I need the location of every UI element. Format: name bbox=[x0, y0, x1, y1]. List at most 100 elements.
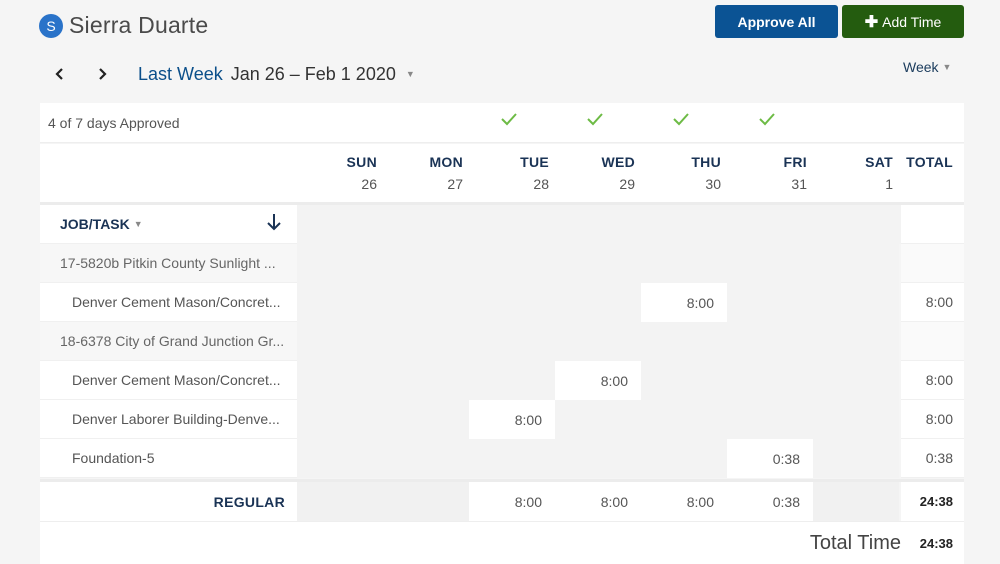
view-label: Week bbox=[903, 59, 939, 75]
hours-cell[interactable]: 8:00 bbox=[641, 283, 727, 322]
approved-check-icon bbox=[671, 109, 695, 133]
hours-cell[interactable] bbox=[297, 283, 383, 322]
job-name[interactable]: 17-5820b Pitkin County Sunlight ... bbox=[40, 244, 297, 283]
row-total: 8:00 bbox=[901, 361, 964, 400]
hours-cell[interactable] bbox=[641, 361, 727, 400]
day-header-tue: TUE 28 bbox=[520, 154, 549, 192]
hours-cell bbox=[813, 244, 899, 283]
hours-cell[interactable] bbox=[727, 283, 813, 322]
plus-icon: ✚ bbox=[864, 13, 879, 31]
period-label[interactable]: Last Week bbox=[138, 64, 223, 85]
hours-cell bbox=[641, 322, 727, 361]
day-header-fri: FRI 31 bbox=[783, 154, 807, 192]
job-row: 17-5820b Pitkin County Sunlight ... bbox=[40, 244, 964, 283]
day-header-mon: MON 27 bbox=[429, 154, 463, 192]
hours-cell[interactable] bbox=[383, 400, 469, 439]
view-select[interactable]: Week ▼ bbox=[903, 59, 951, 75]
hours-cell[interactable] bbox=[813, 283, 899, 322]
hours-cell bbox=[727, 244, 813, 283]
task-name[interactable]: Denver Cement Mason/Concret... bbox=[40, 361, 297, 400]
hours-cell[interactable] bbox=[383, 283, 469, 322]
row-total: 8:00 bbox=[901, 283, 964, 322]
task-name[interactable]: Foundation-5 bbox=[40, 439, 297, 478]
task-row: Denver Cement Mason/Concret... 8:00 8:00 bbox=[40, 361, 964, 400]
caret-down-icon[interactable]: ▼ bbox=[406, 69, 415, 79]
task-row: Denver Cement Mason/Concret... 8:00 8:00 bbox=[40, 283, 964, 322]
hours-cell[interactable] bbox=[727, 361, 813, 400]
total-column-header: TOTAL bbox=[906, 154, 953, 170]
hours-cell[interactable] bbox=[555, 439, 641, 478]
hours-cell[interactable] bbox=[813, 400, 899, 439]
total-time-row: Total Time 24:38 bbox=[40, 521, 964, 564]
regular-hours-cell: 8:00 bbox=[641, 482, 727, 521]
hours-cell[interactable] bbox=[383, 361, 469, 400]
hours-cell[interactable]: 8:00 bbox=[469, 400, 555, 439]
hours-cell[interactable] bbox=[297, 361, 383, 400]
total-header-cell bbox=[901, 205, 964, 244]
hours-cell bbox=[641, 244, 727, 283]
hours-cell[interactable] bbox=[469, 439, 555, 478]
arrow-down-icon[interactable] bbox=[266, 213, 282, 236]
regular-hours-cell bbox=[383, 482, 469, 521]
chevron-left-icon[interactable] bbox=[50, 60, 70, 88]
total-time-label: Total Time bbox=[809, 532, 901, 554]
job-row: 18-6378 City of Grand Junction Gr... bbox=[40, 322, 964, 361]
approval-bar: 4 of 7 days Approved bbox=[40, 103, 964, 143]
column-header-row: JOB/TASK ▼ bbox=[40, 205, 964, 244]
approved-check-icon bbox=[585, 109, 609, 133]
job-task-header: JOB/TASK ▼ bbox=[40, 205, 297, 244]
hours-cell[interactable] bbox=[297, 439, 383, 478]
regular-hours-cell: 8:00 bbox=[469, 482, 555, 521]
approved-check-icon bbox=[757, 109, 781, 133]
caret-down-icon: ▼ bbox=[133, 219, 143, 229]
add-time-button[interactable]: ✚ Add Time bbox=[842, 5, 964, 38]
hours-cell[interactable] bbox=[383, 439, 469, 478]
hours-cell bbox=[813, 322, 899, 361]
add-time-label: Add Time bbox=[882, 13, 942, 30]
task-name[interactable]: Denver Cement Mason/Concret... bbox=[40, 283, 297, 322]
hours-cell[interactable] bbox=[727, 400, 813, 439]
hours-cell bbox=[555, 322, 641, 361]
task-name[interactable]: Denver Laborer Building-Denve... bbox=[40, 400, 297, 439]
regular-total: 24:38 bbox=[901, 482, 964, 521]
user-name: Sierra Duarte bbox=[69, 12, 209, 38]
hours-cell[interactable] bbox=[469, 283, 555, 322]
day-header-sat: SAT 1 bbox=[865, 154, 893, 192]
day-header-row: SUN 26 MON 27 TUE 28 WED 29 THU 30 FRI 31 SAT 1 TOTAL bbox=[40, 144, 964, 205]
approved-check-icon bbox=[499, 109, 523, 133]
date-range[interactable]: Jan 26 – Feb 1 2020 bbox=[231, 64, 396, 85]
hours-cell[interactable] bbox=[813, 361, 899, 400]
hours-cell bbox=[555, 244, 641, 283]
hours-cell[interactable] bbox=[469, 361, 555, 400]
hours-cell[interactable] bbox=[555, 400, 641, 439]
regular-hours-cell: 0:38 bbox=[727, 482, 813, 521]
hours-cell[interactable] bbox=[297, 400, 383, 439]
user-header: S Sierra Duarte bbox=[39, 12, 208, 39]
hours-cell[interactable]: 0:38 bbox=[727, 439, 813, 478]
task-row: Foundation-5 0:38 0:38 bbox=[40, 439, 964, 478]
approve-all-button[interactable]: Approve All bbox=[715, 5, 838, 38]
avatar: S bbox=[39, 13, 63, 38]
regular-hours-cell bbox=[297, 482, 383, 521]
job-name[interactable]: 18-6378 City of Grand Junction Gr... bbox=[40, 322, 297, 361]
chevron-right-icon[interactable] bbox=[92, 60, 112, 88]
hours-cell bbox=[469, 322, 555, 361]
hours-cell bbox=[383, 322, 469, 361]
hours-cell bbox=[297, 322, 383, 361]
regular-hours-cell: 8:00 bbox=[555, 482, 641, 521]
approval-summary: 4 of 7 days Approved bbox=[48, 115, 180, 131]
regular-row: REGULAR 8:00 8:00 8:00 0:38 24:38 bbox=[40, 479, 964, 521]
hours-cell[interactable] bbox=[555, 283, 641, 322]
hours-cell[interactable]: 8:00 bbox=[555, 361, 641, 400]
hours-cell[interactable] bbox=[641, 439, 727, 478]
hours-cell[interactable] bbox=[641, 400, 727, 439]
day-header-wed: WED 29 bbox=[601, 154, 635, 192]
task-row: Denver Laborer Building-Denve... 8:00 8:00 bbox=[40, 400, 964, 439]
hours-cell[interactable] bbox=[813, 439, 899, 478]
hours-cell bbox=[727, 322, 813, 361]
day-header-thu: THU 30 bbox=[691, 154, 721, 192]
hours-cell bbox=[297, 244, 383, 283]
row-total bbox=[901, 322, 964, 361]
job-task-sort[interactable]: JOB/TASK ▼ bbox=[60, 216, 143, 232]
regular-hours-cell bbox=[813, 482, 899, 521]
